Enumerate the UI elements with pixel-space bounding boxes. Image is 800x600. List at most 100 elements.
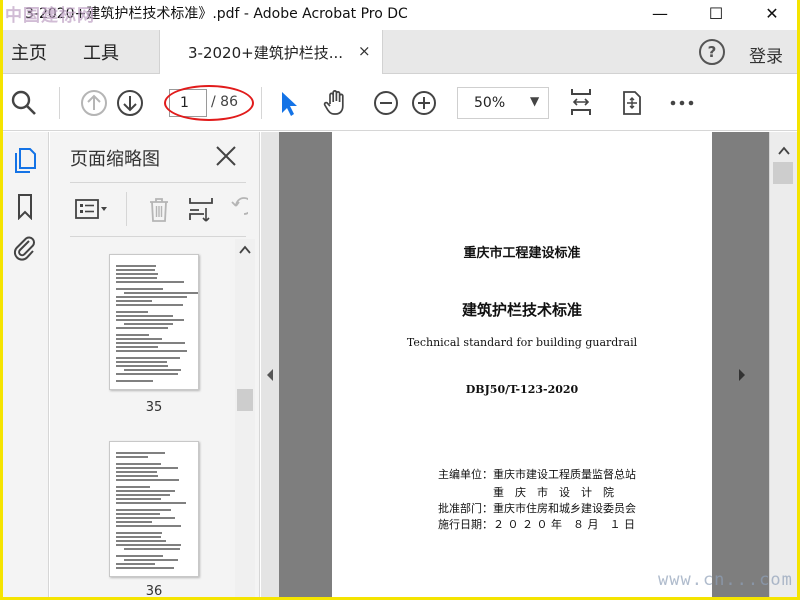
right-panel-handle[interactable] <box>713 132 769 597</box>
thumbnail-panel: 页面缩略图 35 36 <box>50 132 260 597</box>
thumbnail-text-line <box>116 452 165 454</box>
tools-menu[interactable]: 工具 <box>83 39 119 65</box>
document-org-line: 重庆市工程建设标准 <box>463 246 581 261</box>
thumbnail-options-icon[interactable] <box>74 194 110 224</box>
thumbnail-text-line <box>116 502 186 504</box>
maximize-icon: ☐ <box>708 3 724 23</box>
attachment-icon[interactable] <box>11 234 39 262</box>
maximize-button[interactable]: ☐ <box>693 0 739 26</box>
thumbnail-text-line <box>124 292 198 294</box>
login-button[interactable]: 登录 <box>749 42 783 67</box>
thumbnail-text-line <box>116 350 187 352</box>
thumbnail-text-line <box>116 563 155 565</box>
thumbnail-text-line <box>116 311 148 313</box>
thumbnail-text-line <box>116 475 158 477</box>
thumbnail-text-line <box>116 555 163 557</box>
zoom-select[interactable]: 50% ▼ <box>457 87 549 119</box>
scrollbar-thumb[interactable] <box>237 389 253 411</box>
insert-page-icon[interactable] <box>186 194 216 224</box>
delete-page-icon[interactable] <box>144 194 174 224</box>
more-icon[interactable] <box>667 88 697 118</box>
document-info-row: 施行日期：２ ０ ２ ０ 年 ８ 月 １ 日 <box>438 518 635 531</box>
thumbnail-text-line <box>116 342 185 344</box>
thumbnail-text-line <box>116 567 174 569</box>
document-info-row: 重 庆 市 设 计 院 <box>438 486 614 499</box>
thumbnail-text-line <box>116 365 168 367</box>
thumbnail-text-line <box>116 346 158 348</box>
minimize-button[interactable]: — <box>637 0 683 26</box>
help-icon[interactable]: ? <box>699 39 725 65</box>
thumbnail-text-line <box>116 334 149 336</box>
thumbnail-text-line <box>116 277 157 279</box>
bookmark-icon[interactable] <box>11 192 39 220</box>
thumbnail-text-line <box>116 540 166 542</box>
thumbnail-text-line <box>116 357 180 359</box>
minimize-icon: — <box>652 3 668 23</box>
page-thumbnails-icon[interactable] <box>11 146 39 174</box>
thumbnail-text-line <box>116 456 148 458</box>
thumbnail-text-line <box>116 521 152 523</box>
thumbnail-text-line <box>116 281 184 283</box>
thumbnail-text-line <box>116 319 184 321</box>
thumbnail-text-line <box>124 559 178 561</box>
thumbnail-text-line <box>116 513 160 515</box>
zoom-out-icon[interactable] <box>371 88 401 118</box>
tab-close-icon[interactable]: × <box>358 42 371 60</box>
document-viewport[interactable]: 重庆市工程建设标准 建筑护栏技术标准 Technical standard fo… <box>261 132 769 597</box>
title-bar: 3-2020+建筑护栏技术标准》.pdf - Adobe Acrobat Pro… <box>3 0 797 26</box>
page-number-input[interactable]: 1 <box>169 89 207 117</box>
toolbar-divider <box>261 87 262 119</box>
thumbnail-text-line <box>116 467 178 469</box>
close-icon[interactable] <box>214 144 238 168</box>
scrollbar-thumb[interactable] <box>773 162 793 184</box>
thumbnail-text-line <box>116 490 175 492</box>
hand-tool-icon[interactable] <box>321 88 351 118</box>
scroll-up-icon[interactable] <box>778 146 790 156</box>
home-menu[interactable]: 主页 <box>11 39 47 65</box>
thumbnail-list: 35 36 <box>70 239 235 597</box>
thumbnail-page-36[interactable] <box>109 441 199 577</box>
thumbnail-text-line <box>116 373 178 375</box>
collapse-panel-handle[interactable] <box>261 132 279 597</box>
thumbnail-text-line <box>116 300 152 302</box>
thumbnail-text-line <box>116 327 168 329</box>
undo-icon[interactable] <box>226 194 248 224</box>
thumbnail-scrollbar[interactable] <box>235 239 255 597</box>
thumbnail-page-35[interactable] <box>109 254 199 390</box>
panel-divider <box>126 192 127 226</box>
thumbnail-text-line <box>124 369 181 371</box>
chevron-left-icon <box>267 369 273 381</box>
close-window-button[interactable]: ✕ <box>749 0 795 26</box>
panel-title: 页面缩略图 <box>70 149 160 170</box>
chevron-down-icon: ▼ <box>530 94 540 108</box>
fit-page-icon[interactable] <box>565 85 597 119</box>
thumbnail-text-line <box>116 532 162 534</box>
scroll-up-icon[interactable] <box>239 245 251 255</box>
document-scrollbar[interactable] <box>769 132 797 597</box>
thumbnail-text-line <box>116 361 167 363</box>
menu-bar: 主页 工具 3-2020+建筑护栏技... × ? 登录 <box>3 30 797 74</box>
toolbar: 1 / 86 50% ▼ <box>3 75 797 131</box>
page-up-icon[interactable] <box>79 88 109 118</box>
panel-divider <box>70 182 246 183</box>
thumbnail-text-line <box>116 544 181 546</box>
thumbnail-text-line <box>116 269 155 271</box>
thumbnail-text-line <box>116 380 153 382</box>
document-tab[interactable]: 3-2020+建筑护栏技... × <box>159 30 383 74</box>
acrobat-window: 3-2020+建筑护栏技术标准》.pdf - Adobe Acrobat Pro… <box>3 0 797 597</box>
thumbnail-text-line <box>116 471 157 473</box>
document-info-row: 批准部门：重庆市住房和城乡建设委员会 <box>438 502 636 515</box>
select-cursor-icon[interactable] <box>273 88 303 118</box>
thumbnail-text-line <box>116 296 187 298</box>
thumbnail-text-line <box>116 517 175 519</box>
document-page: 重庆市工程建设标准 建筑护栏技术标准 Technical standard fo… <box>332 132 712 597</box>
document-code: DBJ50/T-123-2020 <box>465 383 579 396</box>
search-icon[interactable] <box>9 88 39 118</box>
full-screen-icon[interactable] <box>617 88 647 118</box>
thumbnail-text-line <box>116 536 161 538</box>
page-down-icon[interactable] <box>115 88 145 118</box>
thumbnail-text-line <box>116 525 181 527</box>
zoom-in-icon[interactable] <box>409 88 439 118</box>
watermark-url: www.cn...com <box>658 570 793 590</box>
document-title: 建筑护栏技术标准 <box>461 301 582 319</box>
